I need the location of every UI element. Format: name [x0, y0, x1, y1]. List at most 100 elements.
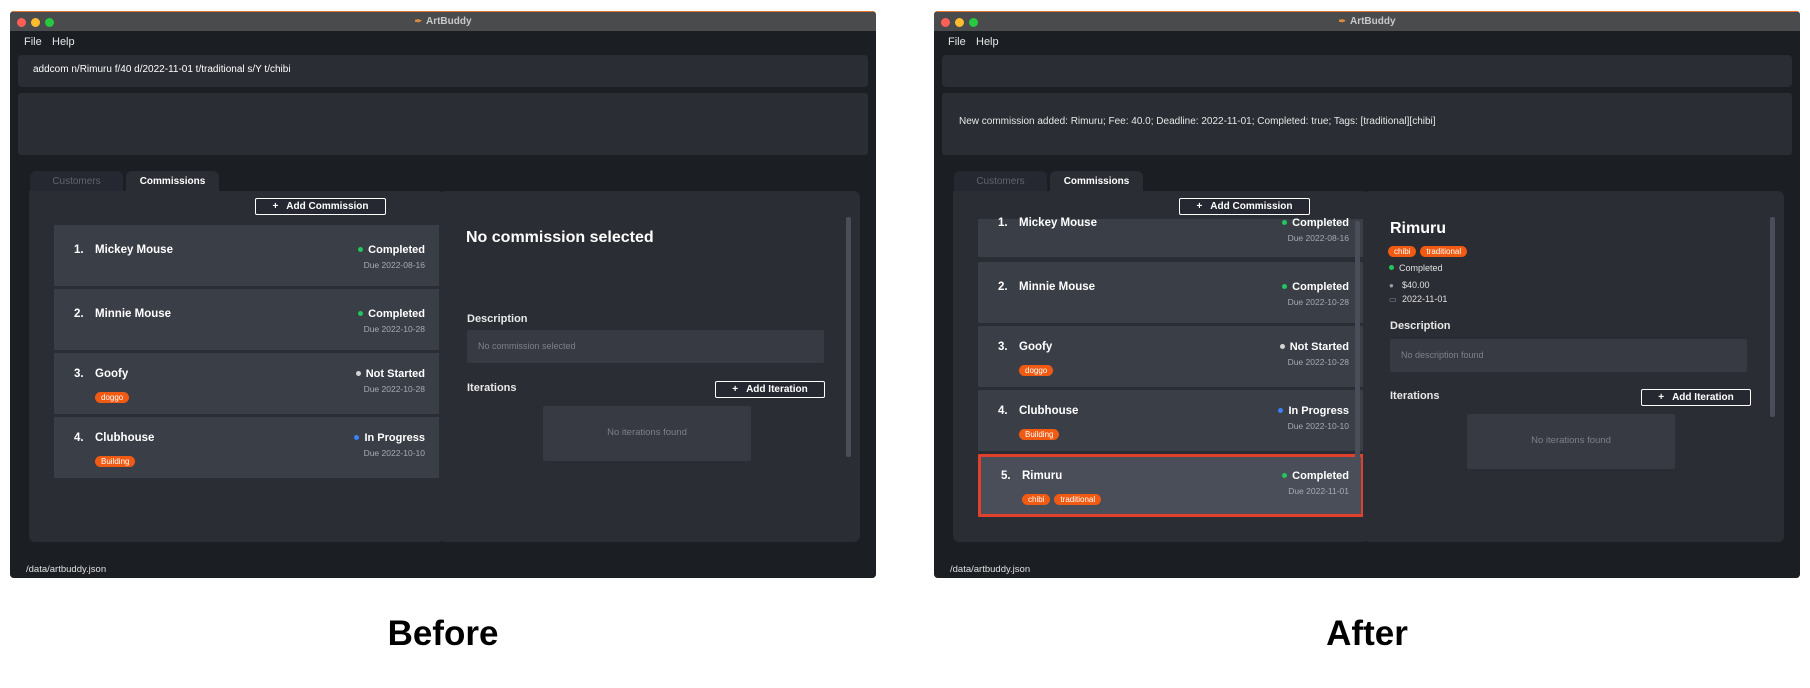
commission-name: Goofy — [1019, 341, 1053, 353]
commission-index: 5. — [1001, 470, 1011, 482]
add-iteration-button[interactable]: + Add Iteration — [1641, 389, 1751, 406]
tag-badge: traditional — [1054, 494, 1102, 505]
commission-name: Minnie Mouse — [95, 308, 172, 320]
commission-status: Not Started — [355, 368, 425, 380]
tab-commissions[interactable]: Commissions — [126, 171, 219, 191]
commission-card[interactable]: 3. Goofy Not Started Due 2022-10-28 dogg… — [978, 326, 1364, 387]
commission-due-date: Due 2022-08-16 — [363, 260, 425, 270]
commission-status: In Progress — [1278, 405, 1349, 417]
plus-icon: + — [272, 201, 279, 212]
menu-file[interactable]: File — [948, 36, 966, 48]
status-dot-icon — [1278, 407, 1284, 413]
description-text: No description found — [1401, 350, 1484, 360]
description-label: Description — [467, 313, 528, 325]
commission-card[interactable]: 3. Goofy Not Started Due 2022-10-28 dogg… — [54, 353, 440, 414]
title-bar: ✒ ArtBuddy — [934, 11, 1800, 31]
commission-due-date: Due 2022-10-28 — [1287, 297, 1349, 307]
menu-bar: File Help — [10, 31, 876, 53]
commission-index: 4. — [998, 405, 1008, 417]
command-input[interactable] — [942, 55, 1792, 87]
commission-index: 3. — [74, 368, 84, 380]
result-text: New commission added: Rimuru; Fee: 40.0;… — [959, 116, 1436, 127]
commission-card[interactable]: 1. Mickey Mouse Completed Due 2022-08-16 — [54, 225, 440, 286]
status-dot-icon — [1389, 265, 1394, 271]
detail-fee: ● $40.00 — [1389, 280, 1430, 290]
app-logo-icon: ✒ — [414, 16, 422, 26]
add-commission-button[interactable]: + Add Commission — [255, 198, 386, 215]
commission-name: Minnie Mouse — [1019, 281, 1096, 293]
tag-badge: Building — [95, 456, 136, 467]
plus-icon: + — [1658, 392, 1665, 403]
commission-card[interactable]: 1. Mickey Mouse Completed Due 2022-08-16 — [978, 217, 1364, 257]
tag-badge: chibi — [1022, 494, 1051, 505]
status-dot-icon — [1282, 472, 1288, 478]
add-iteration-button[interactable]: + Add Iteration — [715, 381, 825, 398]
tag-badge: traditional — [1420, 246, 1468, 257]
detail-deadline: ▭ 2022-11-01 — [1389, 294, 1448, 304]
commission-index: 1. — [74, 244, 84, 256]
commission-index: 2. — [998, 281, 1008, 293]
add-commission-button[interactable]: + Add Commission — [1179, 198, 1310, 215]
commission-due-date: Due 2022-10-28 — [363, 324, 425, 334]
iterations-empty-box: No iterations found — [543, 406, 751, 461]
status-file-path: /data/artbuddy.json — [26, 564, 107, 575]
title-bar: ✒ ArtBuddy — [10, 11, 876, 31]
detail-tags: chibi traditional — [1388, 241, 1471, 259]
commission-card[interactable]: 2. Minnie Mouse Completed Due 2022-10-28 — [54, 289, 440, 350]
tag-badge: doggo — [95, 392, 130, 403]
commission-index: 3. — [998, 341, 1008, 353]
commission-due-date: Due 2022-10-10 — [363, 448, 425, 458]
commission-status: Completed — [358, 244, 425, 256]
commission-card[interactable]: 2. Minnie Mouse Completed Due 2022-10-28 — [978, 262, 1364, 323]
commission-index: 4. — [74, 432, 84, 444]
commission-card[interactable]: 4. Clubhouse In Progress Due 2022-10-10 … — [54, 417, 440, 478]
commission-due-date: Due 2022-10-28 — [1287, 357, 1349, 367]
menu-help[interactable]: Help — [52, 36, 75, 48]
detail-scrollbar[interactable] — [1770, 217, 1775, 417]
detail-scrollbar[interactable] — [846, 217, 851, 457]
commission-status: Not Started — [1279, 341, 1349, 353]
commission-status: Completed — [1282, 217, 1349, 229]
menu-file[interactable]: File — [24, 36, 42, 48]
app-window-after: ✒ ArtBuddy File Help New commission added… — [934, 11, 1800, 578]
menu-bar: File Help — [934, 31, 1800, 53]
window-title: ArtBuddy — [1349, 16, 1396, 27]
tab-commissions[interactable]: Commissions — [1050, 171, 1143, 191]
status-dot-icon — [1282, 219, 1288, 225]
money-bag-icon: ● — [1389, 281, 1394, 290]
status-dot-icon — [355, 370, 361, 376]
commission-index: 1. — [998, 217, 1008, 229]
plus-icon: + — [1196, 201, 1203, 212]
commission-status: Completed — [1282, 470, 1349, 482]
iterations-label: Iterations — [467, 382, 517, 394]
description-label: Description — [1390, 320, 1451, 332]
tag-badge: Building — [1019, 429, 1060, 440]
commission-due-date: Due 2022-08-16 — [1287, 233, 1349, 243]
tab-customers[interactable]: Customers — [954, 171, 1047, 191]
iterations-label: Iterations — [1390, 390, 1440, 402]
commission-card-selected[interactable]: 5. Rimuru Completed Due 2022-11-01 chibi… — [978, 454, 1364, 517]
tab-customers[interactable]: Customers — [30, 171, 123, 191]
tag-badge: chibi — [1388, 246, 1417, 257]
commission-name: Clubhouse — [1019, 405, 1079, 417]
plus-icon: + — [732, 384, 739, 395]
commission-name: Rimuru — [1022, 470, 1063, 482]
status-bar: /data/artbuddy.json — [10, 558, 876, 578]
commission-name: Mickey Mouse — [1019, 217, 1097, 229]
status-dot-icon — [358, 246, 364, 252]
commission-due-date: Due 2022-10-10 — [1287, 421, 1349, 431]
menu-help[interactable]: Help — [976, 36, 999, 48]
window-title: ArtBuddy — [425, 16, 472, 27]
result-display: New commission added: Rimuru; Fee: 40.0;… — [942, 93, 1792, 155]
status-dot-icon — [354, 434, 360, 440]
status-file-path: /data/artbuddy.json — [950, 564, 1031, 575]
status-bar: /data/artbuddy.json — [934, 558, 1800, 578]
list-scrollbar[interactable] — [1355, 221, 1360, 511]
iterations-empty-box: No iterations found — [1467, 414, 1675, 469]
command-input[interactable]: addcom n/Rimuru f/40 d/2022-11-01 t/trad… — [18, 55, 868, 87]
description-text: No commission selected — [478, 341, 576, 351]
commission-status: Completed — [358, 308, 425, 320]
commission-list-panel: + Add Commission 1. Mickey Mouse Complete… — [953, 191, 1368, 542]
status-dot-icon — [1282, 283, 1288, 289]
commission-card[interactable]: 4. Clubhouse In Progress Due 2022-10-10 … — [978, 390, 1364, 451]
